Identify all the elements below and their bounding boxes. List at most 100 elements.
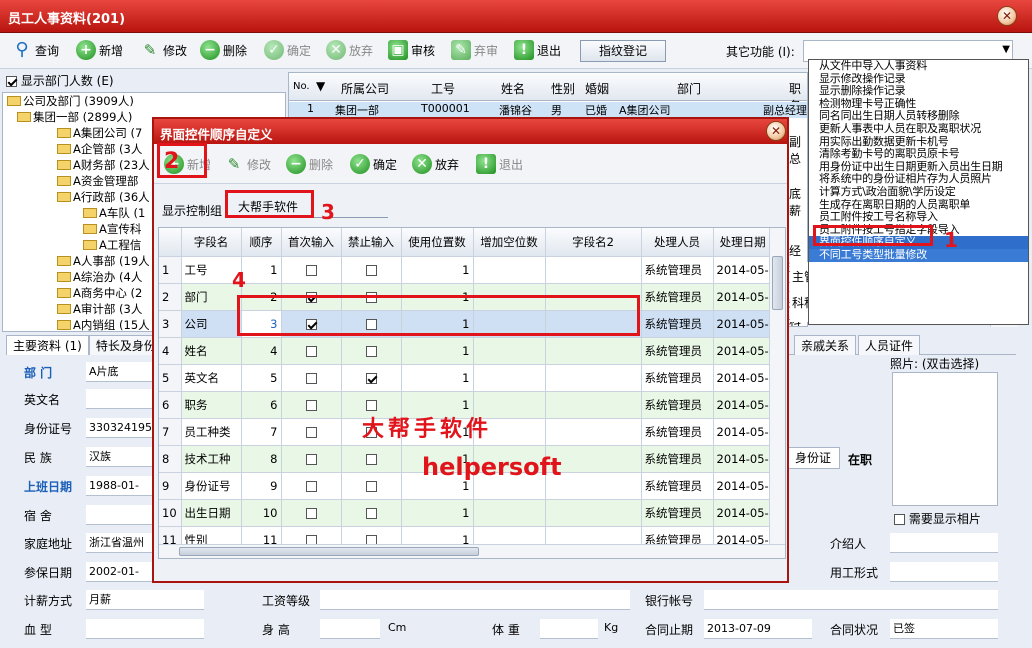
employee-row[interactable]: 1 集团一部 T000001 潘锦谷 男 已婚 A集团公司 副总经理 bbox=[289, 102, 807, 118]
table-cell[interactable] bbox=[341, 499, 402, 527]
introducer-field[interactable] bbox=[890, 533, 998, 553]
table-cell[interactable]: 1 bbox=[401, 256, 474, 284]
grid-column-header[interactable]: 字段名 bbox=[181, 228, 242, 257]
need-photo-row[interactable]: 需要显示相片 bbox=[894, 510, 981, 527]
form-field[interactable] bbox=[86, 389, 152, 409]
table-cell[interactable]: 2014-05- bbox=[713, 472, 773, 500]
table-cell[interactable]: 1 bbox=[241, 256, 282, 284]
ban-input-checkbox[interactable] bbox=[365, 399, 377, 411]
bank-account-field[interactable] bbox=[704, 590, 998, 610]
table-cell[interactable]: 5 bbox=[159, 364, 182, 392]
need-photo-checkbox[interactable] bbox=[894, 514, 905, 525]
table-cell[interactable] bbox=[545, 418, 642, 446]
form-field[interactable]: 2002-01- bbox=[86, 562, 152, 582]
table-cell[interactable]: 系统管理员 bbox=[641, 418, 714, 446]
ban-input-checkbox[interactable] bbox=[365, 264, 377, 276]
table-row[interactable]: 5 英文名 5 1 系统管理员 2014-05- bbox=[159, 364, 773, 392]
fingerprint-register-button[interactable]: 指纹登记 bbox=[580, 40, 666, 62]
table-cell[interactable]: 2014-05- bbox=[713, 391, 773, 419]
table-cell[interactable]: 2014-05- bbox=[713, 256, 773, 284]
toolbar-add-button[interactable]: + 新增 bbox=[76, 36, 123, 64]
height-field[interactable] bbox=[320, 619, 380, 639]
table-cell[interactable] bbox=[341, 364, 402, 392]
show-dept-count-checkbox[interactable] bbox=[6, 76, 17, 87]
table-cell[interactable]: 系统管理员 bbox=[641, 337, 714, 365]
menu-item[interactable]: 同名同出生日期人员转移删除 bbox=[809, 110, 1028, 123]
table-cell[interactable] bbox=[545, 256, 642, 284]
menu-item[interactable]: 更新人事表中人员在职及离职状况 bbox=[809, 123, 1028, 136]
window-close-button[interactable]: ✕ bbox=[997, 6, 1017, 26]
table-cell[interactable]: 身份证号 bbox=[181, 472, 242, 500]
first-input-checkbox[interactable] bbox=[305, 453, 317, 465]
field-grid-vscroll[interactable] bbox=[769, 228, 785, 544]
table-cell[interactable]: 7 bbox=[159, 418, 182, 446]
table-cell[interactable]: 2 bbox=[159, 283, 182, 311]
ban-input-checkbox[interactable] bbox=[365, 345, 377, 357]
first-input-checkbox[interactable] bbox=[305, 480, 317, 492]
field-grid[interactable]: 字段名 顺序 首次输入 禁止输入 使用位置数 增加空位数 字段名2 处理人员 处理日期 1 工号 1… bbox=[158, 227, 786, 559]
menu-item[interactable]: 用实际出勤数据更新卡机号 bbox=[809, 136, 1028, 149]
table-cell[interactable]: 职务 bbox=[181, 391, 242, 419]
table-cell[interactable]: 系统管理员 bbox=[641, 256, 714, 284]
table-cell[interactable]: 2014-05- bbox=[713, 418, 773, 446]
table-cell[interactable] bbox=[545, 337, 642, 365]
table-cell[interactable] bbox=[545, 364, 642, 392]
scroll-thumb[interactable] bbox=[772, 256, 783, 310]
dialog-close-button[interactable]: ✕ bbox=[766, 121, 786, 141]
grid-column-header[interactable]: 使用位置数 bbox=[401, 228, 474, 257]
menu-item[interactable]: 从文件中导入人事资料 bbox=[809, 60, 1028, 73]
table-cell[interactable]: 6 bbox=[241, 391, 282, 419]
table-cell[interactable]: 系统管理员 bbox=[641, 499, 714, 527]
table-cell[interactable] bbox=[473, 364, 546, 392]
tab-main-info[interactable]: 主要资料 (1) bbox=[6, 335, 89, 355]
form-field[interactable]: 1988-01- bbox=[86, 476, 152, 496]
table-cell[interactable]: 系统管理员 bbox=[641, 283, 714, 311]
menu-item[interactable]: 将系统中的身份证相片存为人员照片 bbox=[809, 173, 1028, 186]
toolbar-search-button[interactable]: ⚲ 查询 bbox=[12, 36, 59, 64]
menu-item[interactable]: 用身份证中出生日期更新入员出生日期 bbox=[809, 161, 1028, 174]
grid-column-header[interactable]: 首次输入 bbox=[281, 228, 342, 257]
table-cell[interactable] bbox=[341, 472, 402, 500]
table-cell[interactable] bbox=[281, 445, 342, 473]
table-cell[interactable]: 员工种类 bbox=[181, 418, 242, 446]
tree-node[interactable]: 公司及部门 (3909人) bbox=[7, 93, 285, 109]
table-cell[interactable]: 1 bbox=[401, 364, 474, 392]
table-cell[interactable]: 出生日期 bbox=[181, 499, 242, 527]
form-field[interactable]: 月薪 bbox=[86, 590, 204, 610]
table-cell[interactable]: 系统管理员 bbox=[641, 364, 714, 392]
contract-status-field[interactable]: 已签 bbox=[890, 619, 998, 639]
table-cell[interactable] bbox=[473, 256, 546, 284]
tab-relatives[interactable]: 亲戚关系 bbox=[794, 335, 857, 355]
menu-item[interactable]: 清除考勤卡号的离职员原卡号 bbox=[809, 148, 1028, 161]
table-cell[interactable] bbox=[473, 499, 546, 527]
table-cell[interactable]: 2014-05- bbox=[713, 499, 773, 527]
table-cell[interactable] bbox=[545, 499, 642, 527]
form-field[interactable]: 汉族 bbox=[86, 447, 152, 467]
tab-certificates[interactable]: 人员证件 bbox=[858, 335, 921, 355]
table-cell[interactable]: 10 bbox=[159, 499, 182, 527]
show-dept-count-row[interactable]: 显示部门人数 (E) bbox=[6, 72, 286, 90]
table-row[interactable]: 4 姓名 4 1 系统管理员 2014-05- bbox=[159, 337, 773, 365]
table-cell[interactable]: 2014-05- bbox=[713, 445, 773, 473]
scroll-thumb[interactable] bbox=[179, 547, 479, 556]
table-cell[interactable]: 9 bbox=[159, 472, 182, 500]
menu-item[interactable]: 显示删除操作记录 bbox=[809, 85, 1028, 98]
table-cell[interactable] bbox=[281, 499, 342, 527]
menu-item[interactable]: 生成存在离职日期的人员离职单 bbox=[809, 199, 1028, 212]
first-input-checkbox[interactable] bbox=[305, 426, 317, 438]
table-cell[interactable] bbox=[281, 337, 342, 365]
table-cell[interactable] bbox=[473, 337, 546, 365]
table-cell[interactable]: 1 bbox=[159, 256, 182, 284]
menu-item[interactable]: 计算方式\政治面貌\学历设定 bbox=[809, 186, 1028, 199]
table-cell[interactable]: 2014-05- bbox=[713, 364, 773, 392]
table-cell[interactable]: 8 bbox=[241, 445, 282, 473]
table-cell[interactable]: 5 bbox=[241, 364, 282, 392]
table-cell[interactable]: 公司 bbox=[181, 310, 242, 338]
ban-input-checkbox[interactable] bbox=[365, 372, 377, 384]
toolbar-audit-button[interactable]: ▣ 审核 bbox=[388, 36, 435, 64]
photo-box[interactable] bbox=[892, 372, 998, 506]
dialog-ok-button[interactable]: ✓ 确定 bbox=[350, 150, 397, 178]
menu-item[interactable]: 检测物理卡号正确性 bbox=[809, 98, 1028, 111]
grid-column-header[interactable]: 处理日期 bbox=[713, 228, 773, 257]
table-cell[interactable] bbox=[281, 472, 342, 500]
